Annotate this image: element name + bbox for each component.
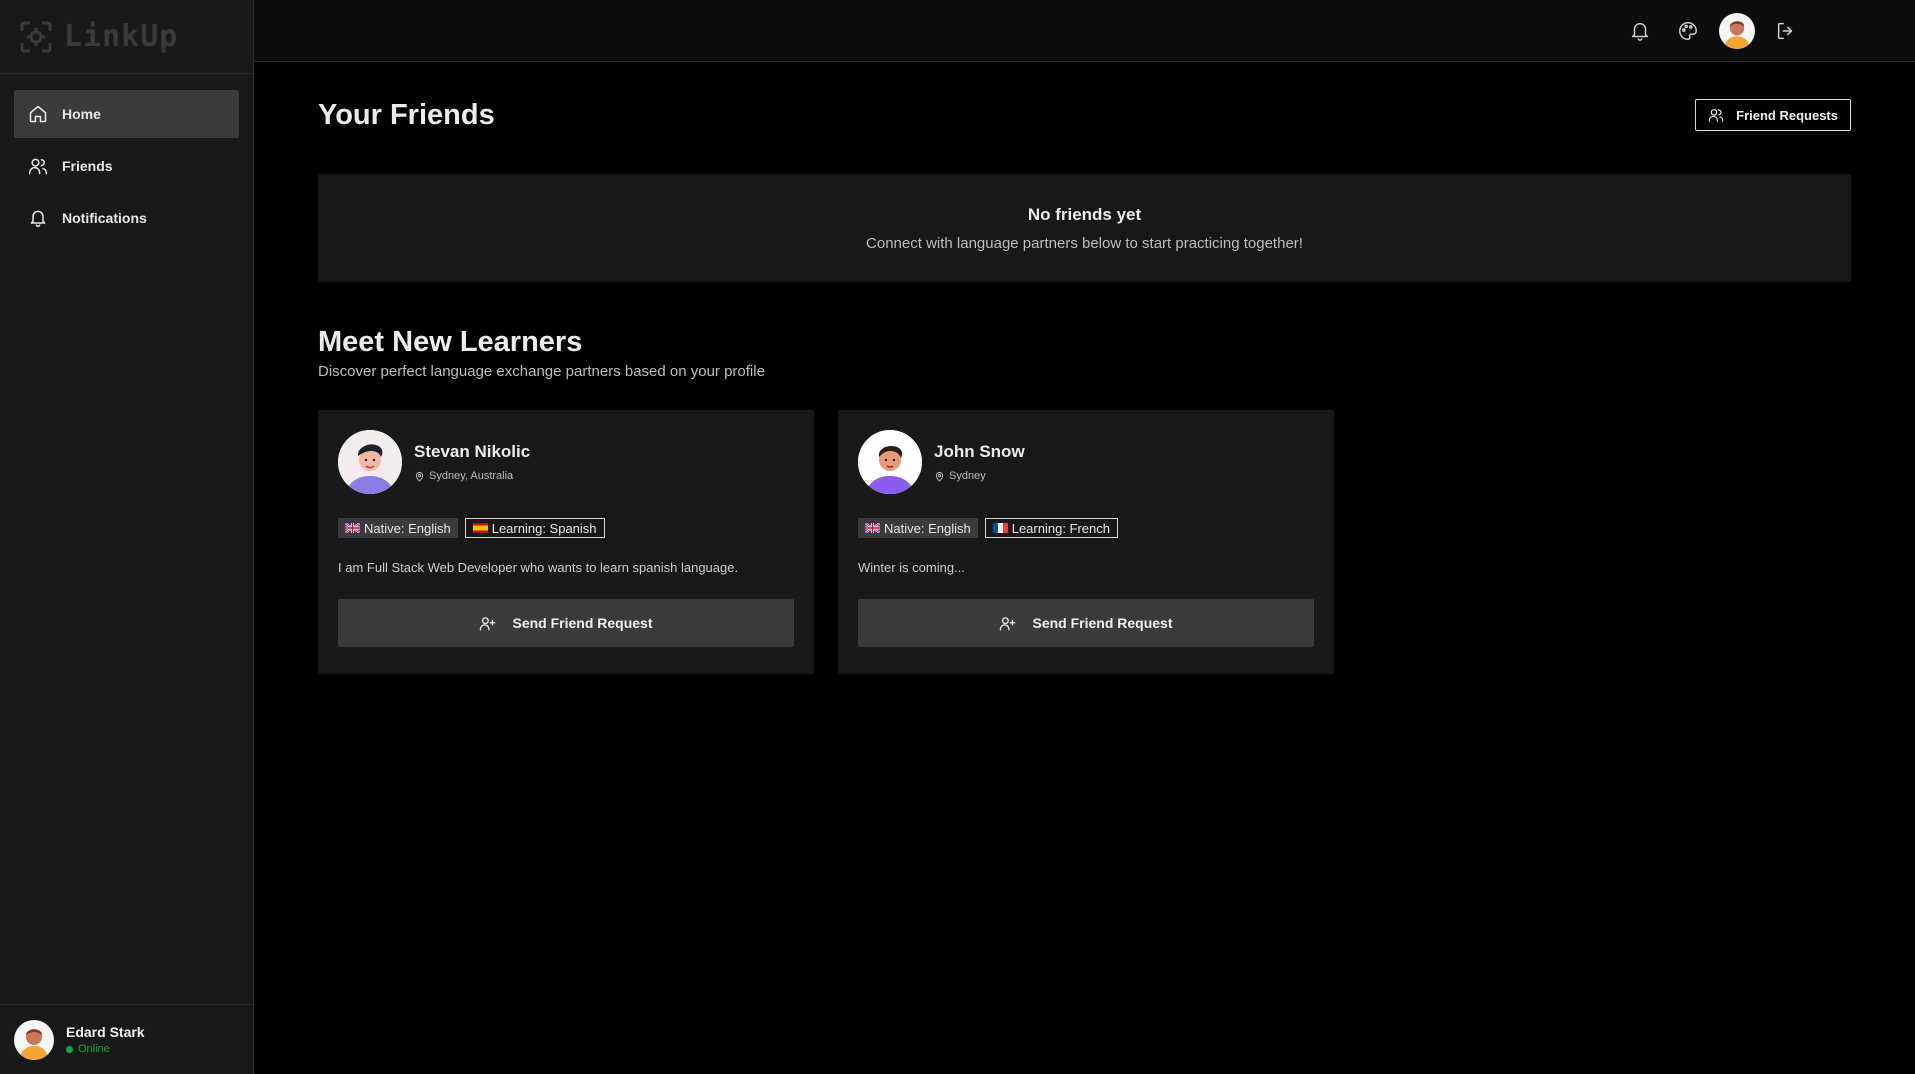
bell-icon <box>28 208 48 228</box>
avatar[interactable] <box>1719 12 1755 49</box>
logout-icon[interactable] <box>1773 18 1799 44</box>
main-area: Your Friends Friend Requests No friends … <box>254 0 1915 1074</box>
sidebar-item-label: Notifications <box>62 210 147 226</box>
learner-location: Sydney <box>934 470 1025 482</box>
empty-subtitle: Connect with language partners below to … <box>866 234 1303 252</box>
learning-language-text: Learning: Spanish <box>491 520 597 536</box>
app-root: LinkUp Home Friends Notifications Edard … <box>0 0 1915 1074</box>
logo-text: LinkUp <box>64 19 179 54</box>
send-friend-request-button[interactable]: Send Friend Request <box>858 599 1314 647</box>
online-dot <box>66 1045 73 1053</box>
status-text: Online <box>78 1043 110 1055</box>
location-text: Sydney, Australia <box>429 470 514 482</box>
user-name: Edard Stark <box>66 1024 145 1040</box>
bell-icon[interactable] <box>1627 18 1653 44</box>
section-subtitle: Discover perfect language exchange partn… <box>318 363 765 380</box>
learner-card: John Snow Sydney Native: English Learnin… <box>838 410 1334 674</box>
learner-cards: Stevan Nikolic Sydney, Australia Native:… <box>318 410 1851 674</box>
empty-friends: No friends yet Connect with language par… <box>318 174 1851 282</box>
users-icon <box>1708 109 1724 122</box>
sidebar: LinkUp Home Friends Notifications Edard … <box>0 0 254 1074</box>
content: Your Friends Friend Requests No friends … <box>254 62 1915 674</box>
send-friend-request-button[interactable]: Send Friend Request <box>338 599 794 647</box>
native-language-text: Native: English <box>364 520 451 536</box>
user-status: Online <box>66 1043 145 1055</box>
user-plus-icon <box>1000 616 1016 631</box>
sidebar-item-label: Home <box>62 106 101 122</box>
current-user[interactable]: Edard Stark Online <box>0 1004 253 1074</box>
map-pin-icon <box>935 471 944 482</box>
learner-location: Sydney, Australia <box>414 470 530 482</box>
section-title: Meet New Learners <box>318 326 583 358</box>
france-flag-icon <box>992 523 1008 533</box>
avatar <box>338 430 402 494</box>
sidebar-item-friends[interactable]: Friends <box>14 142 239 190</box>
send-friend-request-label: Send Friend Request <box>1032 615 1173 631</box>
user-plus-icon <box>480 616 496 631</box>
friend-requests-label: Friend Requests <box>1736 107 1838 123</box>
uk-flag-icon <box>345 523 360 533</box>
spain-flag-icon <box>472 523 488 533</box>
native-language-text: Native: English <box>884 520 971 536</box>
logo-icon <box>20 21 52 52</box>
home-icon <box>28 104 48 124</box>
top-bar <box>254 0 1915 62</box>
friends-header: Your Friends Friend Requests <box>318 96 1851 134</box>
avatar <box>14 1019 54 1060</box>
sidebar-item-label: Friends <box>62 158 113 174</box>
learning-language-badge: Learning: Spanish <box>464 518 605 538</box>
learning-language-badge: Learning: French <box>984 518 1118 538</box>
learner-name: Stevan Nikolic <box>414 442 531 461</box>
sidebar-nav: Home Friends Notifications <box>0 74 253 258</box>
uk-flag-icon <box>865 523 880 533</box>
palette-icon[interactable] <box>1675 18 1701 44</box>
native-language-badge: Native: English <box>858 518 978 538</box>
location-text: Sydney <box>949 470 986 482</box>
users-icon <box>28 156 48 176</box>
learner-name: John Snow <box>934 442 1025 461</box>
map-pin-icon <box>415 471 424 482</box>
learner-bio: Winter is coming... <box>858 560 965 575</box>
friend-requests-button[interactable]: Friend Requests <box>1695 99 1851 131</box>
empty-title: No friends yet <box>1027 204 1142 224</box>
sidebar-item-notifications[interactable]: Notifications <box>14 194 239 242</box>
native-language-badge: Native: English <box>338 518 458 538</box>
learner-bio: I am Full Stack Web Developer who wants … <box>338 560 739 575</box>
learner-card: Stevan Nikolic Sydney, Australia Native:… <box>318 410 814 674</box>
logo[interactable]: LinkUp <box>0 0 253 74</box>
learners-header: Meet New Learners Discover perfect langu… <box>318 326 1851 380</box>
learning-language-text: Learning: French <box>1011 520 1110 536</box>
sidebar-item-home[interactable]: Home <box>14 90 239 138</box>
send-friend-request-label: Send Friend Request <box>512 615 653 631</box>
page-title: Your Friends <box>318 98 495 131</box>
avatar <box>858 430 922 494</box>
